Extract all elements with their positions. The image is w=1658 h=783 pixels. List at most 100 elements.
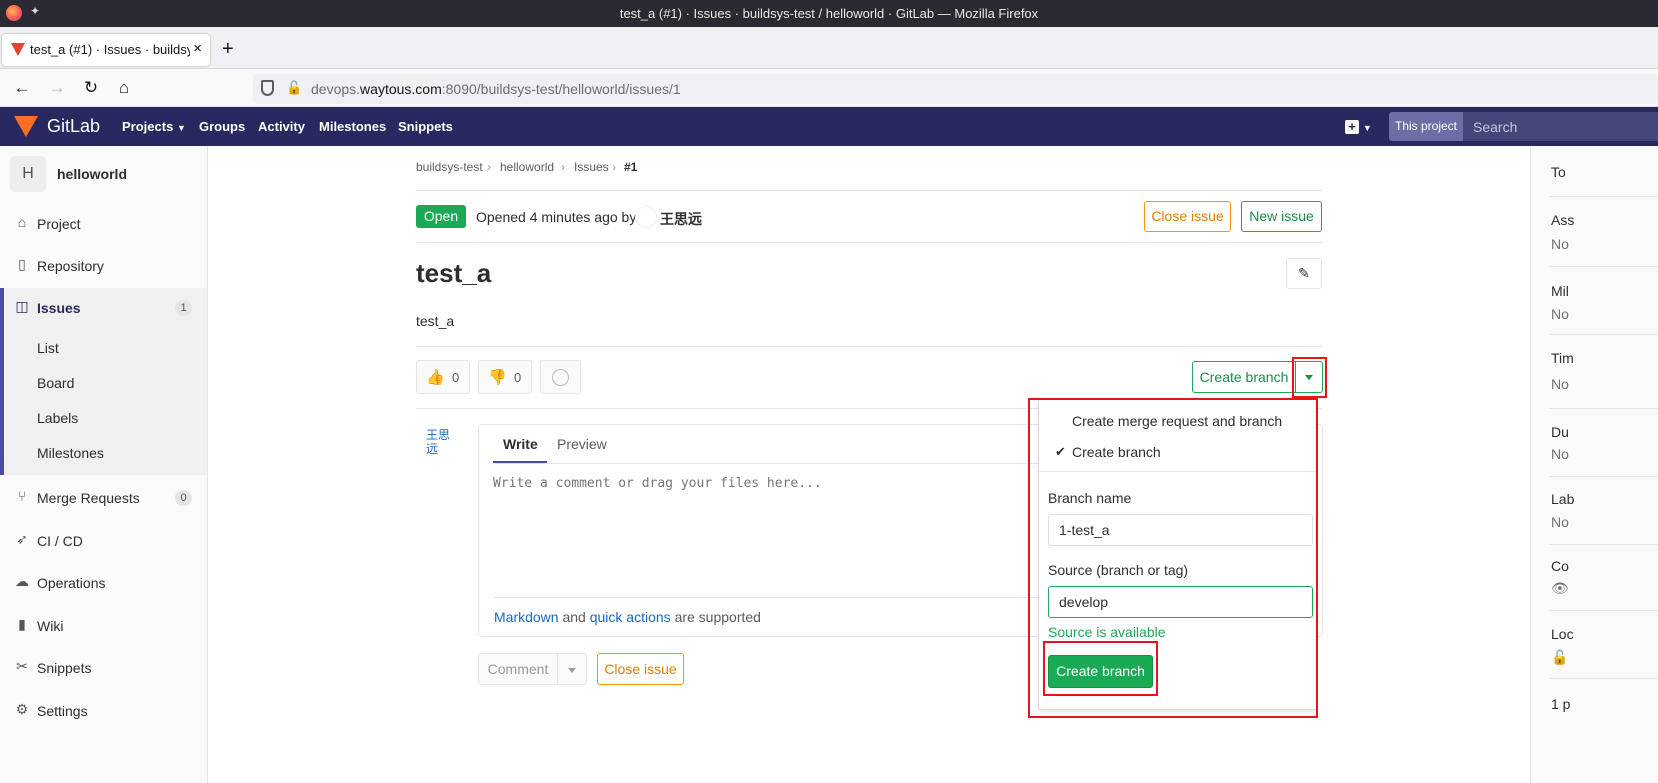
milestone-value: No — [1551, 306, 1569, 322]
gitlab-logo-icon[interactable] — [14, 116, 38, 137]
sidebar-item-merge-requests[interactable]: ⑂ Merge Requests 0 — [0, 478, 207, 518]
comment-type-toggle[interactable] — [558, 653, 587, 685]
nav-milestones[interactable]: Milestones — [319, 119, 386, 134]
commenter-avatar[interactable]: 王思远 — [417, 422, 463, 462]
browser-tab[interactable]: test_a (#1) · Issues · buildsys-test × — [2, 34, 210, 66]
quick-actions-link[interactable]: quick actions — [590, 609, 671, 625]
issue-description: test_a — [416, 313, 455, 329]
breadcrumb-link[interactable]: Issues — [574, 160, 609, 174]
gitlab-favicon-icon — [11, 43, 25, 56]
tab-title: test_a (#1) · Issues · buildsys-test — [30, 42, 190, 57]
new-item-dropdown[interactable]: + ▼ — [1345, 118, 1372, 134]
nav-snippets[interactable]: Snippets — [398, 119, 453, 134]
eye-icon[interactable]: 👁 — [1551, 580, 1569, 597]
sidebar-item-repository[interactable]: ▯ Repository — [0, 246, 207, 286]
status-badge: Open — [416, 205, 466, 228]
back-icon[interactable]: ← — [11, 78, 33, 100]
reload-icon[interactable]: ↻ — [80, 78, 102, 100]
breadcrumb-separator: › — [487, 160, 491, 174]
divider — [1549, 266, 1658, 267]
tab-preview[interactable]: Preview — [557, 436, 607, 452]
new-issue-button[interactable]: New issue — [1241, 201, 1322, 232]
markdown-link[interactable]: Markdown — [494, 609, 559, 625]
sidebar-subitem-milestones[interactable]: Milestones — [37, 445, 104, 461]
nav-activity[interactable]: Activity — [258, 119, 305, 134]
close-tab-icon[interactable]: × — [193, 40, 202, 57]
breadcrumb-separator: › — [612, 160, 616, 174]
sidebar-item-project[interactable]: ⌂ Project — [0, 204, 207, 244]
divider — [416, 242, 1322, 243]
sidebar-item-settings[interactable]: ⚙ Settings — [0, 691, 207, 731]
sidebar-item-cicd[interactable]: ➶ CI / CD — [0, 521, 207, 561]
comment-textarea[interactable] — [485, 470, 1030, 590]
issues-count-badge: 1 — [175, 300, 192, 316]
thumbs-down-button[interactable]: 👎 0 — [478, 360, 532, 394]
edit-title-button[interactable]: ✎ — [1286, 258, 1322, 289]
home-icon: ⌂ — [17, 214, 27, 230]
assignee-label: Ass — [1551, 212, 1575, 228]
divider — [1549, 678, 1658, 679]
sidebar-subitem-board[interactable]: Board — [37, 375, 74, 391]
thumbs-up-button[interactable]: 👍 0 — [416, 360, 470, 394]
project-avatar[interactable]: H — [10, 156, 46, 192]
divider — [1549, 544, 1658, 545]
breadcrumb-link[interactable]: helloworld — [500, 160, 554, 174]
rocket-icon: ➶ — [16, 531, 28, 547]
nav-groups[interactable]: Groups — [199, 119, 245, 134]
url-bar[interactable]: 🔓 devops.waytous.com:8090/buildsys-test/… — [253, 74, 1658, 104]
window-title: test_a (#1) · Issues · buildsys-test / h… — [619, 6, 1039, 21]
close-issue-button[interactable]: Close issue — [1144, 201, 1231, 232]
highlight-box — [1043, 641, 1158, 696]
issues-icon: ◫ — [15, 298, 29, 314]
insecure-lock-icon[interactable]: 🔓 — [286, 80, 302, 96]
thumbs-up-icon: 👍 — [426, 369, 445, 386]
project-name[interactable]: helloworld — [57, 166, 127, 182]
merge-requests-count-badge: 0 — [175, 490, 192, 506]
gitlab-brand[interactable]: GitLab — [47, 116, 100, 137]
sidebar-item-wiki[interactable]: ▮ Wiki — [0, 606, 207, 646]
divider — [1549, 408, 1658, 409]
divider — [1549, 196, 1658, 197]
book-icon: ▮ — [18, 616, 26, 632]
labels-value: No — [1551, 514, 1569, 530]
sidebar-subitem-labels[interactable]: Labels — [37, 410, 78, 426]
project-sidebar: H helloworld ⌂ Project ▯ Repository ◫ Is… — [0, 146, 208, 783]
new-tab-button[interactable]: + — [222, 38, 234, 61]
comment-button[interactable]: Comment — [478, 653, 558, 685]
create-branch-button[interactable]: Create branch — [1192, 361, 1296, 393]
sidebar-item-operations[interactable]: ☁ Operations — [0, 563, 207, 603]
participants-label: 1 p — [1551, 696, 1571, 712]
sidebar-item-issues[interactable]: ◫ Issues 1 — [0, 288, 207, 328]
cloud-icon: ☁ — [15, 573, 29, 589]
sidebar-subitem-list[interactable]: List — [37, 340, 59, 356]
tab-bar — [0, 27, 1658, 69]
plus-square-icon: + — [1345, 120, 1359, 134]
search-input[interactable] — [1463, 112, 1658, 141]
breadcrumb-separator: › — [561, 160, 565, 174]
caret-down-icon — [568, 668, 576, 673]
pencil-icon: ✎ — [1298, 265, 1310, 281]
forward-icon[interactable]: → — [46, 78, 68, 100]
add-reaction-button[interactable] — [540, 360, 581, 394]
issue-title: test_a — [416, 258, 492, 288]
author-name[interactable]: 王思远 — [660, 209, 702, 229]
markdown-help: Markdown and quick actions are supported — [494, 609, 761, 625]
nav-projects[interactable]: Projects ▼ — [122, 119, 186, 134]
divider — [1549, 334, 1658, 335]
home-icon[interactable]: ⌂ — [113, 78, 135, 100]
unlock-icon[interactable]: 🔓 — [1551, 649, 1568, 666]
highlight-box — [1292, 357, 1327, 398]
author-avatar[interactable] — [635, 206, 657, 228]
smiley-icon — [552, 369, 569, 386]
gitlab-header: GitLab Projects ▼ Groups Activity Milest… — [0, 107, 1658, 146]
sidebar-item-snippets[interactable]: ✂ Snippets — [0, 648, 207, 688]
breadcrumb-current[interactable]: #1 — [624, 160, 637, 174]
breadcrumb-link[interactable]: buildsys-test — [416, 160, 483, 174]
close-issue-comment-button[interactable]: Close issue — [597, 653, 684, 685]
assignee-value: No — [1551, 236, 1569, 252]
todo-label[interactable]: To — [1551, 164, 1566, 180]
search-scope-badge[interactable]: This project — [1389, 112, 1463, 141]
scissors-icon: ✂ — [16, 658, 28, 674]
tab-write[interactable]: Write — [503, 436, 538, 452]
shield-icon[interactable] — [261, 80, 274, 96]
